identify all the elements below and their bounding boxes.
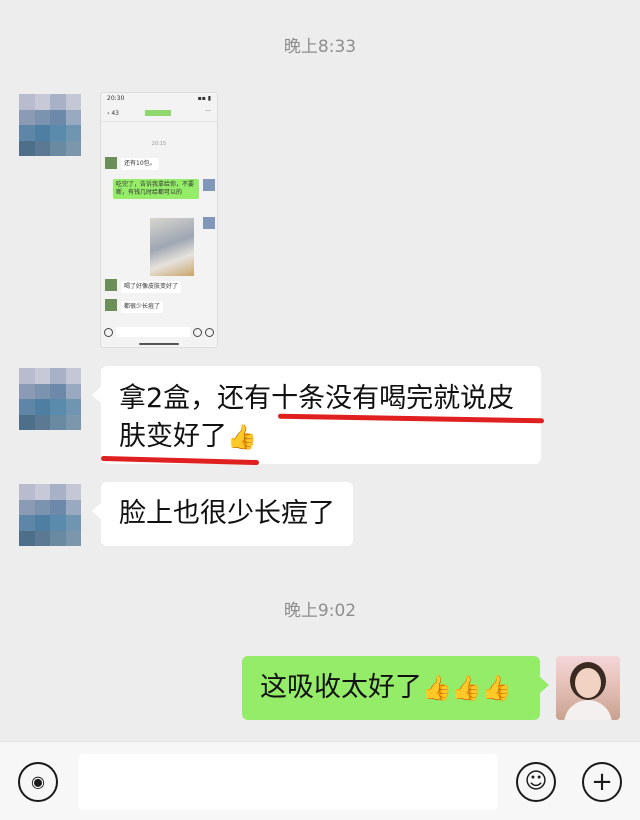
thumbs-up-icon: 👍 bbox=[227, 423, 257, 451]
contact-avatar[interactable] bbox=[19, 368, 81, 430]
thumb-status-bar: 20:30 ▪▪ ▮ bbox=[107, 95, 211, 103]
thumb-home-indicator bbox=[139, 343, 179, 345]
timestamp-2: 晚上9:02 bbox=[283, 601, 357, 621]
thumb-msg-2: 吃完了，告诉我拿给你，不要断，有钱几时给都可以的 bbox=[113, 179, 199, 199]
message-text: 脸上也很少长痘了 bbox=[119, 498, 335, 529]
input-bar: ◉ ☺ + bbox=[0, 741, 640, 820]
thumb-voice-icon bbox=[104, 327, 113, 337]
thumb-header: ‹ 43 ··· bbox=[101, 107, 217, 122]
thumb-timestamp: 20:15 bbox=[151, 141, 167, 147]
thumb-plus-icon bbox=[205, 327, 214, 337]
plus-icon[interactable]: + bbox=[582, 762, 622, 802]
emoji-icon[interactable]: ☺ bbox=[516, 762, 556, 802]
thumb-contact-name bbox=[145, 110, 171, 116]
thumb-back: ‹ 43 bbox=[107, 110, 119, 117]
thumb-msg-4: 都很少长痘了 bbox=[121, 301, 164, 313]
thumb-input-box bbox=[116, 327, 190, 337]
avatar-face bbox=[575, 668, 601, 698]
screenshot-image[interactable]: 20:30 ▪▪ ▮ ‹ 43 ··· 20:15 还有10包。 吃完了，告诉我… bbox=[100, 92, 218, 348]
thumb-avatar-plant-icon-3 bbox=[105, 299, 117, 311]
message-input[interactable] bbox=[78, 754, 498, 810]
avatar-shoulders bbox=[564, 700, 612, 720]
thumb-avatar-self-icon-2 bbox=[203, 217, 215, 229]
thumb-avatar-plant-icon-2 bbox=[105, 279, 117, 291]
thumb-msg-1: 还有10包。 bbox=[121, 158, 159, 170]
message-text-line-1: 拿2盒，还有十条没有喝完就说皮 bbox=[119, 383, 515, 414]
thumbs-up-icon: 👍👍👍 bbox=[422, 674, 512, 702]
thumb-avatar-plant-icon bbox=[105, 157, 117, 169]
thumb-status-icons: ▪▪ ▮ bbox=[197, 95, 211, 102]
sent-message-bubble[interactable]: 这吸收太好了👍👍👍 bbox=[242, 656, 549, 720]
thumb-emoji-icon bbox=[193, 327, 202, 337]
my-avatar[interactable] bbox=[556, 656, 620, 720]
message-text: 这吸收太好了 bbox=[260, 672, 422, 703]
thumb-avatar-self-icon bbox=[203, 179, 215, 191]
thumb-product-photo bbox=[150, 218, 194, 276]
message-bubble[interactable]: 脸上也很少长痘了 bbox=[92, 482, 353, 546]
thumb-input-bar bbox=[104, 325, 214, 339]
timestamp-1: 晚上8:33 bbox=[283, 37, 357, 57]
thumb-more-icon: ··· bbox=[205, 108, 211, 115]
thumb-msg-3: 喝了好像皮肤变好了 bbox=[121, 281, 182, 293]
voice-icon[interactable]: ◉ bbox=[18, 762, 58, 802]
contact-avatar[interactable] bbox=[19, 484, 81, 546]
contact-avatar[interactable] bbox=[19, 94, 81, 156]
thumb-status-time: 20:30 bbox=[107, 95, 125, 102]
message-text-line-2: 肤变好了👍 bbox=[119, 421, 257, 452]
